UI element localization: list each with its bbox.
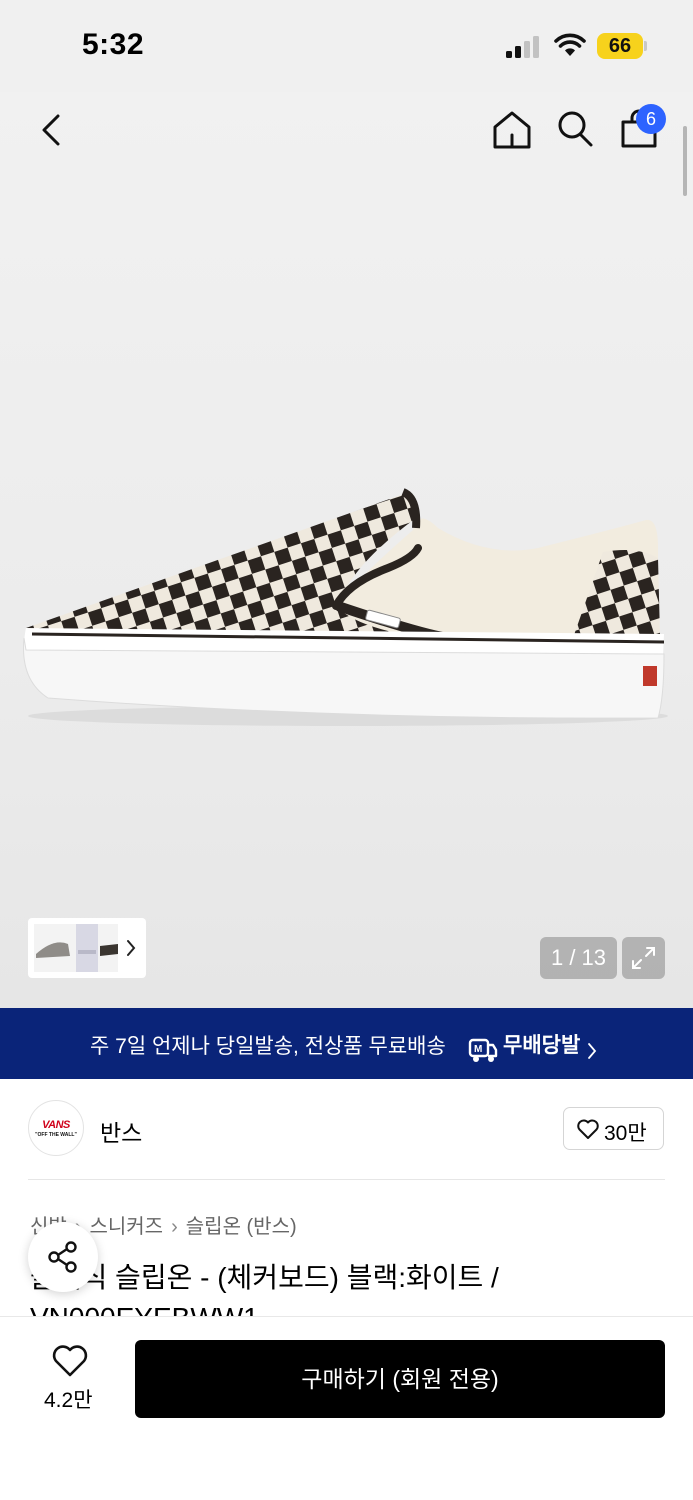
- expand-image-button[interactable]: [622, 937, 665, 979]
- brand-logo-wordmark: VANS: [42, 1119, 70, 1131]
- wifi-icon: [554, 33, 586, 56]
- buy-button[interactable]: 구매하기 (회원 전용): [135, 1340, 665, 1418]
- cart-count-badge: 6: [636, 104, 666, 134]
- status-time: 5:32: [82, 28, 145, 61]
- battery-indicator: 66: [597, 33, 643, 59]
- wishlist-count: 4.2만: [44, 1389, 93, 1412]
- breadcrumb-item-slip-on[interactable]: 슬립온 (반스): [186, 1210, 297, 1239]
- divider: [28, 1179, 665, 1180]
- share-button[interactable]: [28, 1222, 98, 1292]
- battery-tip: [644, 41, 647, 51]
- scroll-indicator: [683, 126, 687, 196]
- back-icon[interactable]: [34, 110, 70, 150]
- product-image: [23, 488, 668, 726]
- search-icon[interactable]: [555, 108, 595, 150]
- delivery-truck-icon: M: [468, 1038, 498, 1062]
- breadcrumb-separator-icon: ›: [171, 1216, 178, 1238]
- shipping-brand-label: 무배당발: [503, 1034, 581, 1057]
- brand-logo-tagline: "OFF THE WALL": [35, 1132, 77, 1138]
- brand-like-button[interactable]: 30만: [563, 1107, 664, 1150]
- chevron-right-icon: [588, 1043, 597, 1059]
- heart-icon: [577, 1119, 599, 1139]
- thumbnail-image[interactable]: [34, 924, 118, 972]
- cellular-signal-icon: [506, 36, 539, 58]
- expand-icon: [632, 947, 655, 969]
- share-icon: [48, 1241, 77, 1273]
- brand-logo[interactable]: VANS "OFF THE WALL": [28, 1100, 84, 1156]
- breadcrumb-item-sneakers[interactable]: 스니커즈: [89, 1210, 163, 1239]
- brand-like-count: 30만: [604, 1122, 647, 1145]
- image-page-counter: 1 / 13: [540, 937, 617, 979]
- free-shipping-banner[interactable]: 주 7일 언제나 당일발송, 전상품 무료배송 M 무배당발: [0, 1008, 693, 1079]
- home-icon[interactable]: [490, 108, 534, 152]
- wishlist-heart-icon[interactable]: [51, 1344, 89, 1378]
- shipping-banner-text: 주 7일 언제나 당일발송, 전상품 무료배송: [90, 1035, 446, 1058]
- brand-name-link[interactable]: 반스: [100, 1114, 142, 1148]
- product-title-container: 클래식 슬립온 - (체커보드) 블랙:화이트 / VN000EYEBWW1: [30, 1258, 670, 1316]
- chevron-right-icon[interactable]: [124, 938, 138, 958]
- svg-text:M: M: [474, 1044, 482, 1055]
- product-title: 클래식 슬립온 - (체커보드) 블랙:화이트 / VN000EYEBWW1: [30, 1262, 499, 1316]
